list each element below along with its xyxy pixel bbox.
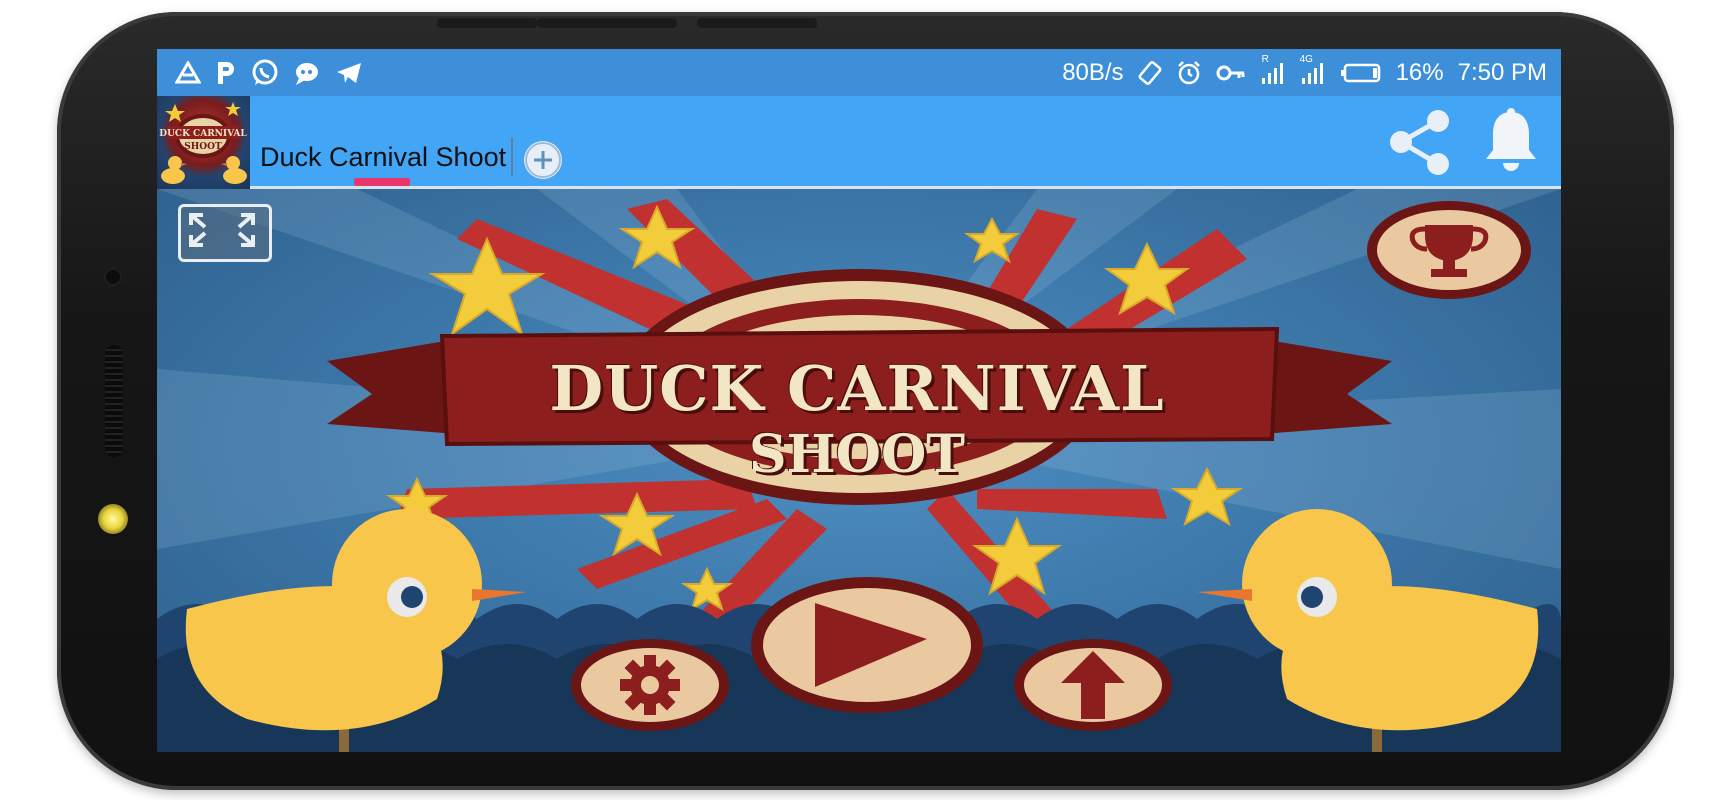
tab-indicator bbox=[354, 178, 410, 186]
vpn-key-icon bbox=[1216, 63, 1246, 83]
settings-icon bbox=[571, 639, 729, 731]
clock: 7:50 PM bbox=[1457, 58, 1547, 86]
telegram-icon bbox=[335, 61, 363, 85]
chat-bubble-icon bbox=[293, 60, 321, 86]
game-title-line1: DUCK CARNIVAL bbox=[549, 352, 1165, 425]
battery-percent: 16% bbox=[1395, 58, 1444, 86]
title-divider bbox=[511, 138, 513, 176]
notification-icons bbox=[175, 59, 363, 87]
thumb-title-2: SHOOT bbox=[184, 142, 222, 152]
phone-screen: 80B/s R 4G 16% 7:50 PM DUCK CARNIVAL SHO… bbox=[157, 49, 1561, 752]
upload-icon bbox=[1014, 639, 1172, 731]
share-score-button[interactable] bbox=[1012, 637, 1174, 738]
system-indicators: 80B/s R 4G 16% 7:50 PM bbox=[1062, 54, 1547, 87]
alarm-icon bbox=[1176, 60, 1202, 86]
drive-icon bbox=[175, 60, 201, 85]
thumb-title-1: DUCK CARNIVAL bbox=[159, 129, 247, 139]
network-speed: 80B/s bbox=[1062, 58, 1124, 86]
phone-button bbox=[537, 18, 677, 28]
leaderboard-button[interactable] bbox=[1365, 199, 1533, 306]
fullscreen-icon bbox=[189, 213, 255, 247]
settings-button[interactable] bbox=[569, 637, 731, 738]
play-button[interactable] bbox=[749, 575, 985, 720]
signal-r-icon: R bbox=[1260, 54, 1286, 86]
add-tab-icon bbox=[525, 142, 561, 178]
lte-label: 4G bbox=[1299, 53, 1313, 65]
add-tab-button[interactable] bbox=[524, 141, 562, 179]
game-thumbnail[interactable]: DUCK CARNIVAL SHOOT bbox=[157, 96, 250, 189]
rotate-icon bbox=[1138, 60, 1162, 86]
proximity-sensor bbox=[106, 270, 120, 284]
fullscreen-button[interactable] bbox=[178, 204, 272, 262]
app-title[interactable]: Duck Carnival Shoot bbox=[260, 142, 506, 173]
app-bar: DUCK CARNIVAL SHOOT Duck Carnival Shoot bbox=[157, 96, 1561, 189]
phone-button bbox=[437, 18, 537, 28]
game-title-line2: SHOOT bbox=[749, 424, 965, 485]
notifications-button[interactable] bbox=[1483, 108, 1539, 179]
status-bar: 80B/s R 4G 16% 7:50 PM bbox=[157, 49, 1561, 96]
signal-4g-icon: 4G bbox=[1300, 54, 1326, 86]
front-flash bbox=[98, 504, 128, 534]
roaming-label: R bbox=[1261, 53, 1269, 65]
phone-button bbox=[697, 18, 817, 28]
p-app-icon bbox=[215, 60, 237, 86]
battery-icon bbox=[1340, 62, 1382, 84]
earpiece-speaker bbox=[105, 345, 123, 457]
share-button[interactable] bbox=[1387, 108, 1453, 181]
whatsapp-icon bbox=[251, 59, 279, 87]
game-canvas[interactable]: DUCK CARNIVAL SHOOT bbox=[157, 189, 1561, 752]
trophy-icon bbox=[1367, 201, 1531, 299]
share-icon bbox=[1390, 110, 1449, 175]
bell-icon bbox=[1486, 108, 1536, 171]
play-icon bbox=[751, 577, 983, 713]
